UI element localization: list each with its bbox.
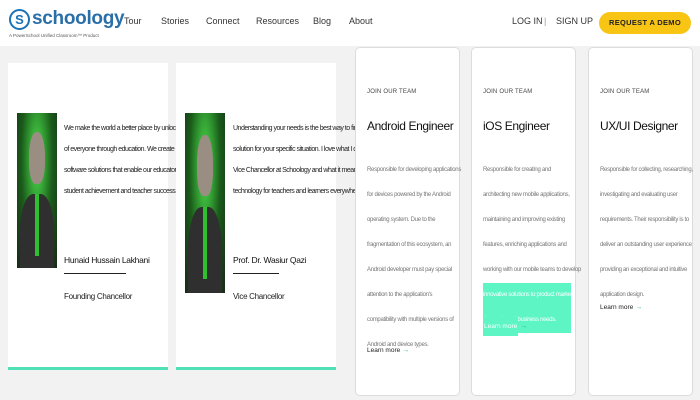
login-link[interactable]: LOG IN — [512, 16, 543, 26]
description-line: maintaining and improving existing — [483, 217, 565, 223]
job-eyebrow: JOIN OUR TEAM — [600, 89, 650, 95]
schoology-logo[interactable]: S schoology A PowerSchool Unified Classr… — [9, 8, 129, 40]
job-description: Responsible for creating and architectin… — [483, 158, 582, 333]
description-line: compatibility with multiple versions of — [367, 317, 454, 323]
description-line: Responsible for collecting, researching, — [600, 167, 693, 173]
request-demo-button[interactable]: REQUEST A DEMO — [599, 12, 691, 34]
learn-more-link[interactable]: Learn more → — [367, 347, 409, 354]
leader-photo — [185, 113, 225, 293]
nav-link-tour[interactable]: Tour — [124, 16, 142, 26]
description-line: features, enriching applications and — [483, 242, 567, 248]
job-description: Responsible for developing applications … — [367, 158, 462, 358]
job-title: iOS Engineer — [483, 119, 550, 133]
nav-separator: | — [544, 16, 547, 26]
description-line: Responsible for developing applications — [367, 167, 462, 173]
signup-link[interactable]: SIGN UP — [556, 16, 593, 26]
arrow-right-icon: → — [402, 347, 410, 354]
job-title: Android Engineer — [367, 119, 454, 133]
logo-s-icon: S — [9, 9, 30, 30]
description-line: architecting new mobile applications, — [483, 192, 570, 198]
nav-link-about[interactable]: About — [349, 16, 373, 26]
description-line: providing an exceptional and intuitive — [600, 267, 687, 273]
divider — [233, 273, 279, 274]
nav-link-resources[interactable]: Resources — [256, 16, 299, 26]
job-card-android: JOIN OUR TEAM Android Engineer Responsib… — [355, 47, 462, 396]
description-line: deliver an outstanding user experience — [600, 242, 692, 248]
leader-name: Prof. Dr. Wasiur Qazi — [233, 255, 307, 265]
logo-wordmark: schoology — [32, 8, 125, 29]
nav-link-blog[interactable]: Blog — [313, 16, 331, 26]
leader-photo — [17, 113, 57, 268]
description-line: Responsible for creating and — [483, 167, 551, 173]
description-line-highlighted: innovative solutions to product market — [483, 283, 573, 308]
arrow-right-icon: → — [635, 304, 643, 311]
job-card-ios: JOIN OUR TEAM iOS Engineer Responsible f… — [471, 47, 582, 396]
arrow-right-icon: → — [520, 323, 528, 330]
description-line: fragmentation of this ecosystem, an — [367, 242, 452, 248]
learn-more-link[interactable]: Learn more → — [600, 304, 642, 311]
learn-more-label: Learn more — [600, 304, 634, 311]
divider — [64, 273, 126, 274]
job-title: UX/UI Designer — [600, 119, 678, 133]
description-line: requirements. Their responsibility is to — [600, 217, 689, 223]
learn-more-link[interactable]: Learn more → — [483, 317, 528, 336]
job-card-ux-designer: JOIN OUR TEAM UX/UI Designer Responsible… — [588, 47, 693, 396]
leader-card: Understanding your needs is the best way… — [176, 63, 388, 370]
nav-link-connect[interactable]: Connect — [206, 16, 240, 26]
job-eyebrow: JOIN OUR TEAM — [483, 89, 533, 95]
description-line: Android and device types. — [367, 342, 429, 348]
description-line: investigating and evaluating user — [600, 192, 678, 198]
leader-card: We make the world a better place by unlo… — [8, 63, 223, 370]
description-line: for devices powered by the Android — [367, 192, 451, 198]
learn-more-label: Learn more — [367, 347, 401, 354]
description-line: operating system. Due to the — [367, 217, 436, 223]
leader-name: Hunaid Hussain Lakhani — [64, 255, 150, 265]
leader-role: Vice Chancellor — [233, 292, 285, 301]
description-line: working with our mobile teams to develop — [483, 267, 582, 273]
top-navigation: S schoology A PowerSchool Unified Classr… — [0, 0, 700, 46]
description-line: Android developer must pay special — [367, 267, 452, 273]
description-line: attention to the application's — [367, 292, 433, 298]
nav-link-stories[interactable]: Stories — [161, 16, 189, 26]
job-eyebrow: JOIN OUR TEAM — [367, 89, 417, 95]
learn-more-label: Learn more — [483, 317, 519, 336]
logo-tagline: A PowerSchool Unified Classroom™ Product — [9, 33, 99, 38]
job-description: Responsible for collecting, researching,… — [600, 158, 693, 308]
leader-role: Founding Chancellor — [64, 292, 133, 301]
